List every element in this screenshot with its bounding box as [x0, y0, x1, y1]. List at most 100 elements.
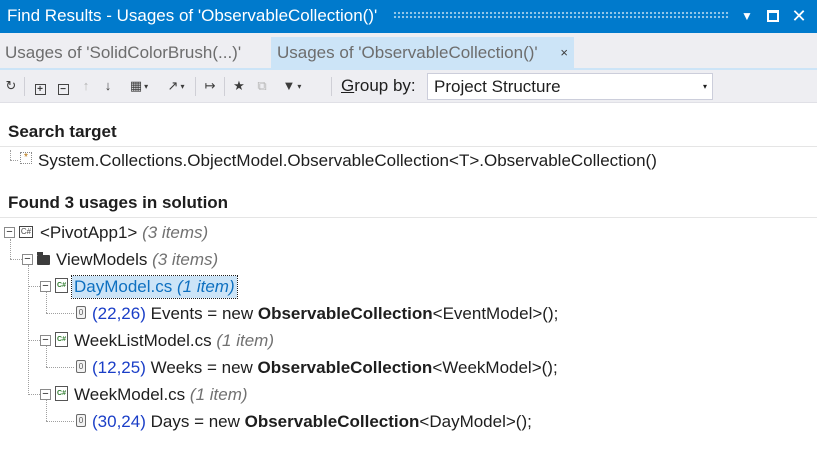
filter-icon: ▼ — [282, 78, 296, 93]
project-collapse-toggle[interactable]: − — [4, 227, 15, 238]
tab-label: Usages of 'SolidColorBrush(...)' — [5, 43, 242, 62]
folder-name: ViewModels — [56, 250, 148, 269]
csharp-file-icon: C# — [55, 278, 68, 293]
usage-prefix: Days = new — [150, 412, 245, 431]
tree-item-file[interactable]: DayModel.cs (1 item) — [71, 275, 238, 299]
tree-connector — [46, 346, 47, 367]
toolbar-separator — [195, 77, 196, 96]
goto-icon[interactable]: ↦ — [202, 76, 218, 96]
toolbar-separator — [24, 77, 25, 96]
show-preview-button[interactable]: ▦ ▾ — [124, 76, 154, 96]
usage-prefix: Weeks = new — [150, 358, 258, 377]
tree-connector — [28, 286, 40, 287]
tree-item-file[interactable]: WeekModel.cs (1 item) — [74, 384, 248, 406]
divider — [0, 146, 817, 147]
tree-connector — [46, 400, 47, 421]
tab-usages-observablecollection[interactable]: Usages of 'ObservableCollection()' × — [271, 37, 574, 68]
toolbar-separator — [331, 77, 332, 96]
tab-strip: Usages of 'SolidColorBrush(...)' Usages … — [0, 33, 817, 70]
usage-line[interactable]: (12,25) Weeks = new ObservableCollection… — [92, 357, 558, 379]
folder-collapse-toggle[interactable]: − — [22, 254, 33, 265]
tree-connector — [28, 340, 40, 341]
tab-label: Usages of 'ObservableCollection()' — [277, 43, 538, 62]
show-preview-icon: ▦ — [129, 78, 143, 93]
file-name: DayModel.cs — [74, 277, 173, 296]
refresh-icon[interactable]: ↻ — [3, 76, 19, 96]
usage-method: ObservableCollection — [257, 304, 433, 323]
tree-connector — [28, 394, 40, 395]
tab-usages-solidcolorbrush[interactable]: Usages of 'SolidColorBrush(...)' — [0, 37, 263, 68]
usage-line[interactable]: (22,26) Events = new ObservableCollectio… — [92, 303, 558, 325]
export-button[interactable]: ↗ ▾ — [162, 76, 190, 96]
usage-line[interactable]: (30,24) Days = new ObservableCollection<… — [92, 411, 532, 433]
usage-icon: 0 — [76, 306, 86, 319]
file-collapse-toggle[interactable]: − — [40, 335, 51, 346]
tree-item-project[interactable]: <PivotApp1> (3 items) — [40, 222, 208, 244]
folder-icon — [37, 252, 50, 265]
file-name: WeekListModel.cs — [74, 331, 212, 350]
divider — [0, 217, 817, 218]
tree-connector — [10, 150, 11, 160]
tree-item-file[interactable]: WeekListModel.cs (1 item) — [74, 330, 274, 352]
results-heading: Found 3 usages in solution — [8, 193, 229, 212]
window-dropdown-icon[interactable]: ▼ — [737, 6, 757, 26]
usage-method: ObservableCollection — [257, 358, 433, 377]
file-collapse-toggle[interactable]: − — [40, 281, 51, 292]
project-name: <PivotApp1> — [40, 223, 138, 242]
file-count: (1 item) — [216, 331, 274, 350]
expand-all-icon[interactable]: + — [32, 76, 48, 96]
toolbar-separator — [224, 77, 225, 96]
chevron-down-icon: ▾ — [180, 81, 185, 91]
group-by-label: Group by: — [341, 75, 416, 97]
csharp-file-icon: C# — [55, 332, 68, 347]
tree-connector — [46, 313, 74, 314]
maximize-icon[interactable] — [763, 6, 783, 26]
file-count: (1 item) — [177, 277, 235, 296]
copy-icon[interactable]: ⧉ — [254, 76, 270, 96]
group-by-accesskey: G — [341, 76, 355, 95]
usage-suffix: <WeekModel>(); — [432, 358, 558, 377]
group-by-value: Project Structure — [434, 77, 561, 96]
tree-connector — [10, 160, 18, 161]
window-title: Find Results - Usages of 'ObservableColl… — [7, 6, 378, 25]
csharp-file-icon: C# — [55, 386, 68, 401]
close-window-icon[interactable]: ✕ — [789, 6, 809, 26]
file-collapse-toggle[interactable]: − — [40, 389, 51, 400]
chevron-down-icon: ▾ — [297, 81, 302, 91]
tree-item-folder[interactable]: ViewModels (3 items) — [56, 249, 218, 271]
tree-connector — [46, 421, 74, 422]
title-bar: Find Results - Usages of 'ObservableColl… — [0, 0, 817, 33]
collapse-all-icon[interactable]: − — [55, 76, 71, 96]
toolbar: ↻ + − ↑ ↓ ▦ ▾ ↗ ▾ ↦ ★ ⧉ ▼ ▾ Group by: Proje… — [0, 70, 817, 103]
title-bar-grip[interactable] — [393, 11, 730, 20]
usage-position: (22,26) — [92, 304, 146, 323]
tree-connector — [10, 239, 11, 259]
previous-result-icon[interactable]: ↑ — [78, 76, 94, 96]
usage-suffix: <DayModel>(); — [419, 412, 532, 431]
expand-all-glyph: + — [34, 84, 46, 95]
export-icon: ↗ — [167, 78, 179, 93]
group-by-select[interactable]: Project Structure ▾ — [427, 73, 713, 100]
search-target-icon: * — [20, 152, 32, 164]
pin-icon[interactable]: ★ — [231, 76, 247, 96]
tree-connector — [46, 367, 74, 368]
usage-icon: 0 — [76, 360, 86, 373]
usage-method: ObservableCollection — [244, 412, 420, 431]
tab-close-icon[interactable]: × — [560, 37, 568, 68]
group-by-label-text: roup by: — [354, 76, 416, 95]
filter-button[interactable]: ▼ ▾ — [277, 76, 307, 96]
collapse-all-glyph: − — [57, 84, 69, 95]
folder-count: (3 items) — [152, 250, 219, 269]
search-target-value[interactable]: System.Collections.ObjectModel.Observabl… — [38, 150, 657, 172]
chevron-down-icon: ▾ — [702, 82, 707, 91]
usage-position: (30,24) — [92, 412, 146, 431]
next-result-icon[interactable]: ↓ — [100, 76, 116, 96]
search-target-heading: Search target — [8, 122, 117, 141]
file-name: WeekModel.cs — [74, 385, 186, 404]
tree-connector — [46, 292, 47, 313]
project-count: (3 items) — [142, 223, 209, 242]
usage-position: (12,25) — [92, 358, 146, 377]
usage-suffix: <EventModel>(); — [432, 304, 559, 323]
usage-prefix: Events = new — [150, 304, 258, 323]
usage-icon: 0 — [76, 414, 86, 427]
